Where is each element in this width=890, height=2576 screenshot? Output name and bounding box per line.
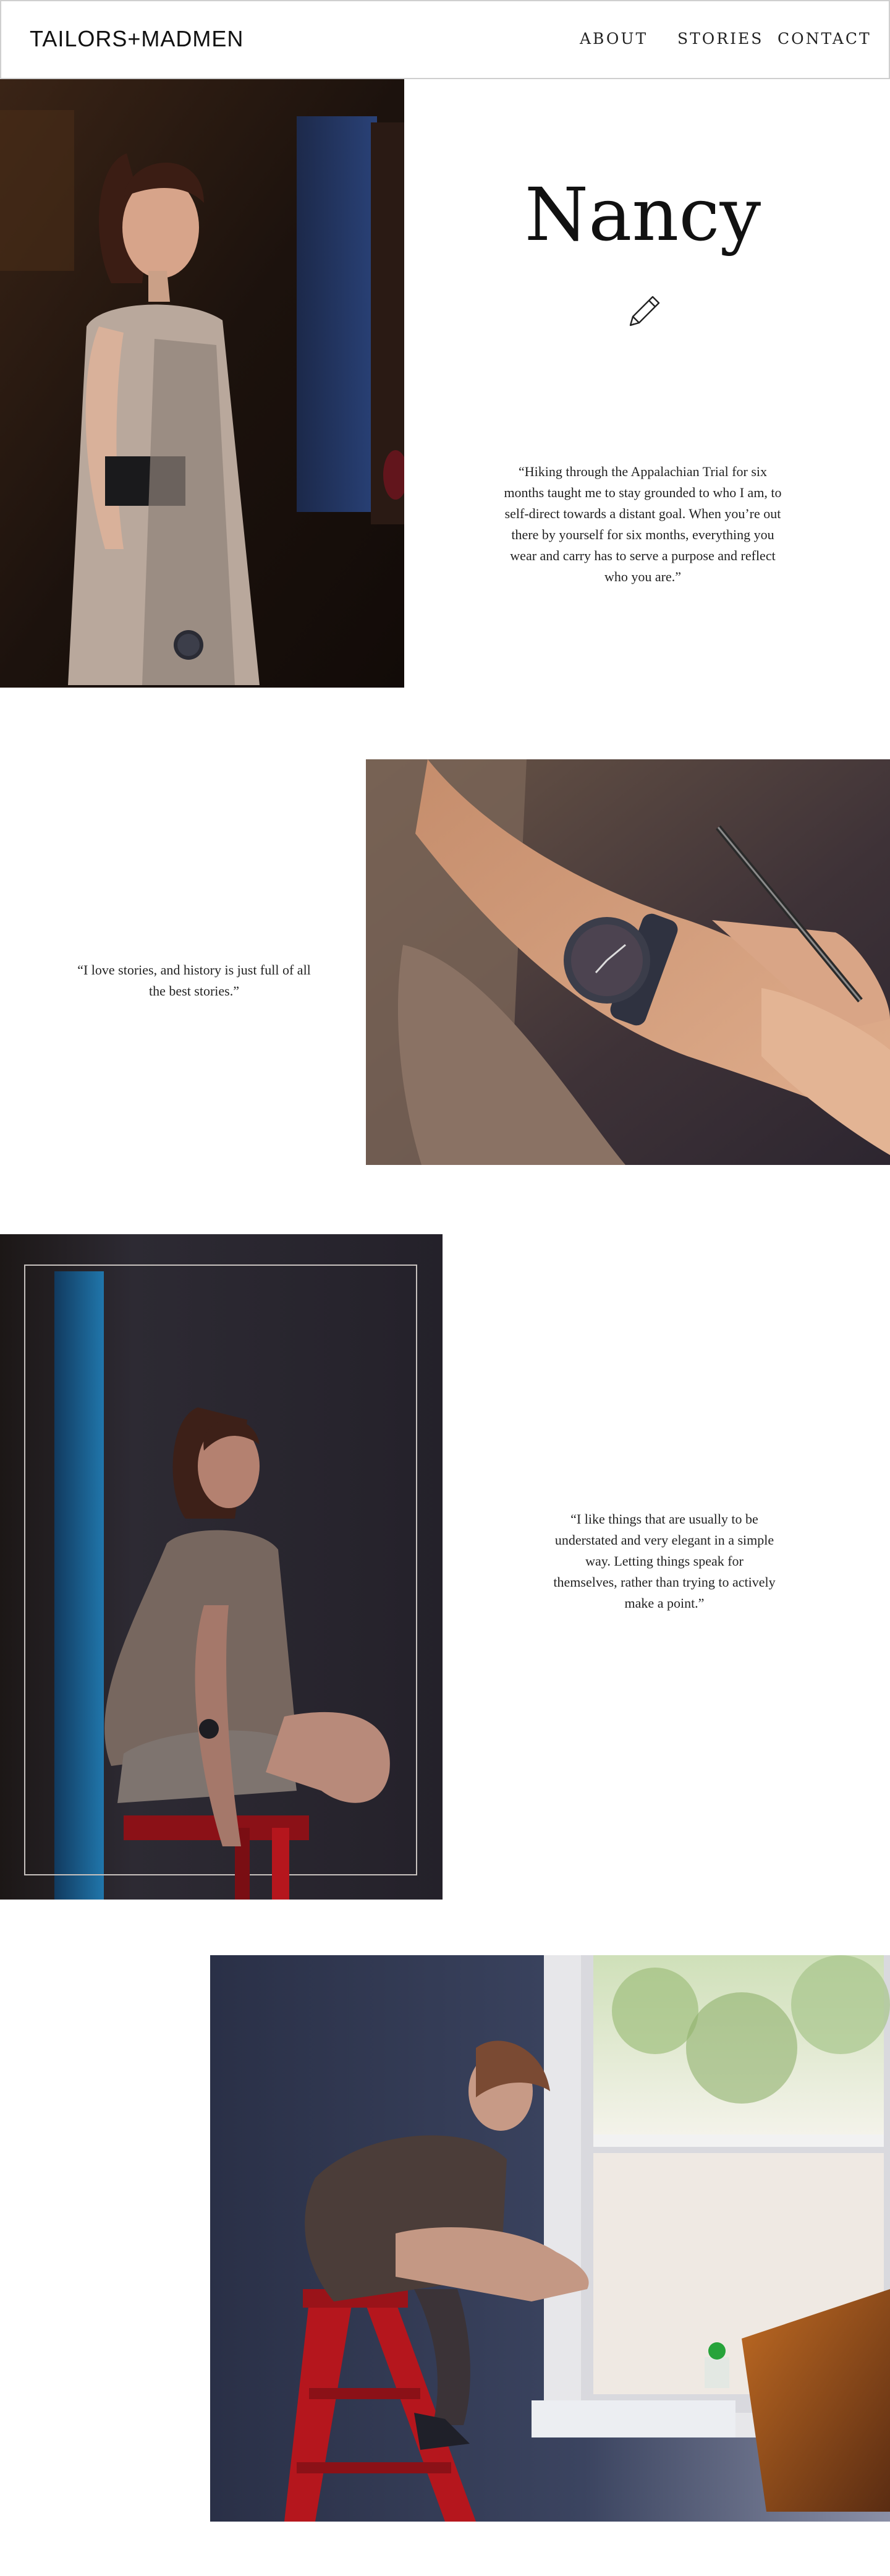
nav-stories-link[interactable]: STORIES — [677, 30, 763, 48]
nav-contact-link[interactable]: CONTACT — [778, 30, 871, 48]
site-header: TAILORS+MADMEN ABOUT STORIES CONTACT — [0, 0, 890, 79]
site-logo[interactable]: TAILORS+MADMEN — [30, 26, 244, 52]
quote-stories: “I love stories, and history is just ful… — [77, 962, 311, 999]
watch-closeup-photo — [366, 759, 890, 1165]
seated-portrait-photo — [0, 1234, 443, 1900]
nav-about-link[interactable]: ABOUT — [580, 30, 648, 48]
quote-understated: “I like things that are usually to be un… — [553, 1511, 776, 1611]
quote-appalachian: “Hiking through the Appalachian Trial fo… — [504, 464, 782, 584]
portrait-photo-overalls — [0, 79, 404, 688]
pencil-icon — [629, 296, 660, 326]
profile-name: Nancy — [524, 172, 761, 257]
window-ladder-photo — [210, 1955, 890, 2522]
